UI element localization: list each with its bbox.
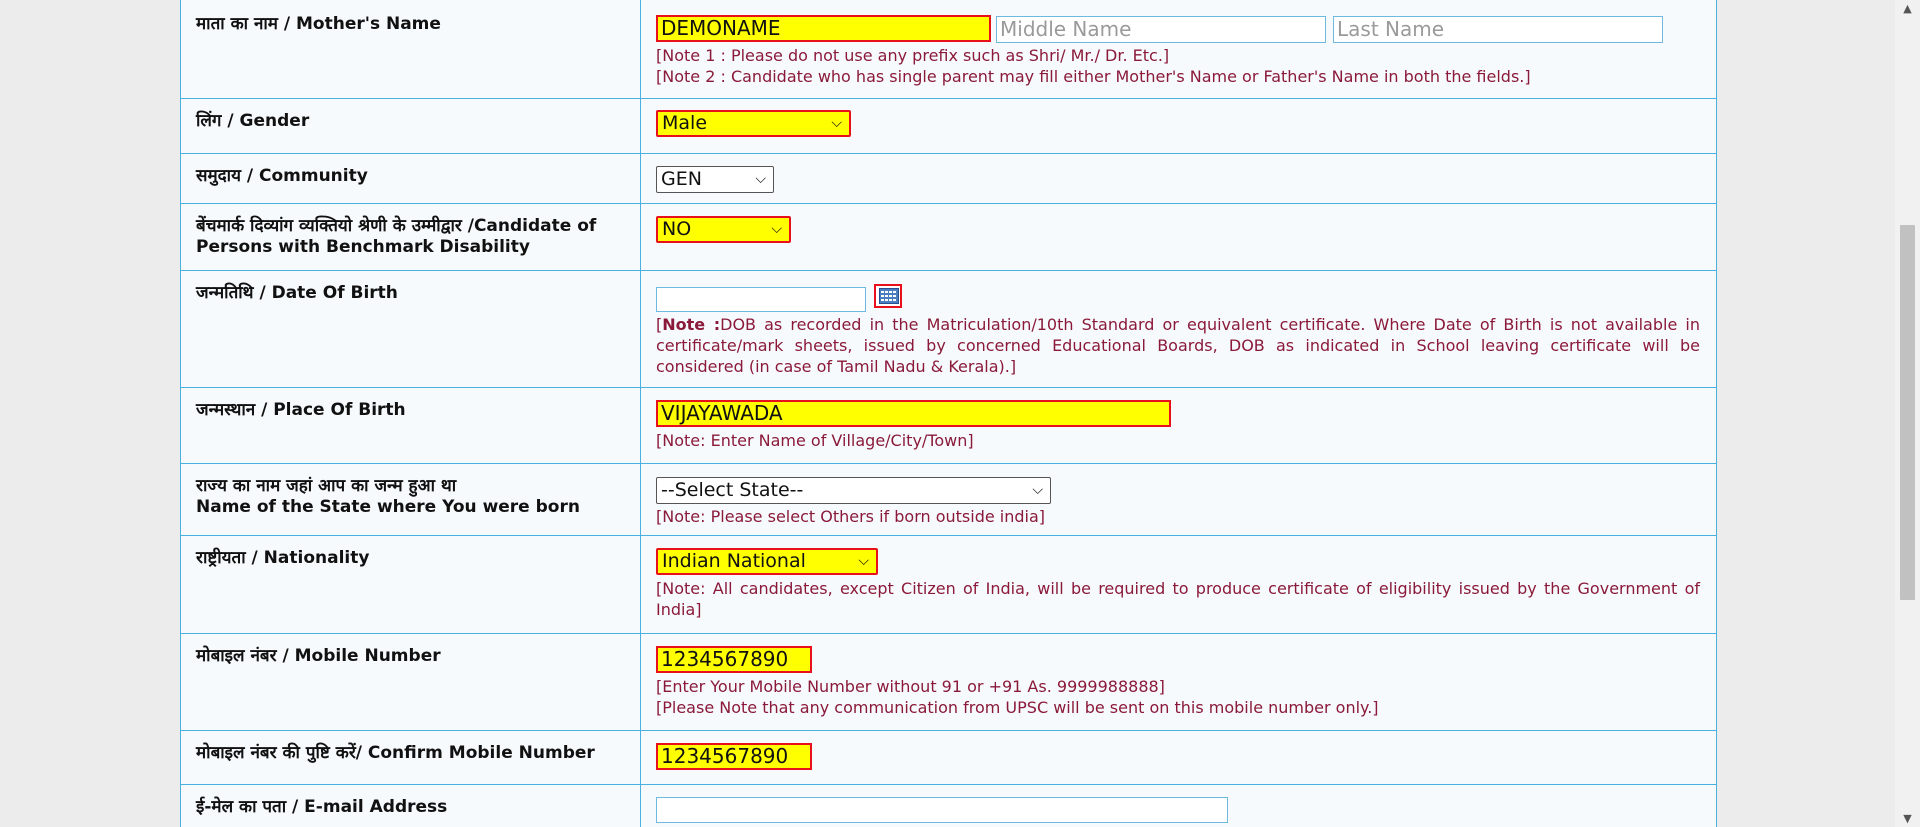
row-birth-state: राज्य का नाम जहां आप का जन्म हुआ था Name…: [181, 464, 1716, 536]
birth-state-note: [Note: Please select Others if born outs…: [656, 507, 1046, 526]
calendar-icon: [879, 288, 899, 304]
place-of-birth-note: [Note: Enter Name of Village/City/Town]: [656, 431, 974, 450]
nationality-select[interactable]: Indian National ⌵: [656, 548, 878, 575]
mother-first-name-input[interactable]: DEMONAME: [656, 15, 991, 42]
label-email: ई-मेल का पता / E-mail Address: [196, 797, 448, 817]
column-divider: [640, 536, 641, 633]
community-select[interactable]: GEN ⌵: [656, 166, 774, 193]
dob-note-text: DOB as recorded in the Matriculation/10t…: [656, 315, 1700, 376]
scroll-down-icon[interactable]: ▼: [1895, 812, 1920, 825]
column-divider: [640, 154, 641, 203]
label-confirm-mobile: मोबाइल नंबर की पुष्टि करें/ Confirm Mobi…: [196, 743, 595, 763]
dob-input[interactable]: [656, 287, 866, 312]
chevron-down-icon: ⌵: [831, 115, 842, 131]
label-gender: लिंग / Gender: [196, 111, 310, 131]
gender-selected-value: Male: [662, 112, 708, 134]
scrollbar-thumb[interactable]: [1900, 225, 1915, 600]
chevron-down-icon: ⌵: [771, 221, 782, 237]
label-community: समुदाय / Community: [196, 166, 368, 186]
label-birth-state: राज्य का नाम जहां आप का जन्म हुआ था Name…: [196, 476, 636, 518]
column-divider: [640, 204, 641, 270]
label-disability-line1: बेंचमार्क दिव्यांग व्यक्तियो श्रेणी के उ…: [196, 216, 597, 236]
confirm-mobile-input[interactable]: 1234567890: [656, 743, 812, 770]
birth-state-select[interactable]: --Select State-- ⌵: [656, 477, 1051, 504]
column-divider: [640, 271, 641, 387]
mother-middle-name-input[interactable]: Middle Name: [996, 16, 1326, 43]
label-date-of-birth: जन्मतिथि / Date Of Birth: [196, 283, 398, 303]
dob-note: [Note :DOB as recorded in the Matriculat…: [656, 314, 1700, 377]
row-mothers-name: माता का नाम / Mother's Name DEMONAME Mid…: [181, 0, 1716, 99]
mother-last-name-input[interactable]: Last Name: [1333, 16, 1663, 43]
community-selected-value: GEN: [661, 168, 702, 190]
row-disability: बेंचमार्क दिव्यांग व्यक्तियो श्रेणी के उ…: [181, 204, 1716, 271]
label-disability-line2: Persons with Benchmark Disability: [196, 237, 530, 257]
label-place-of-birth: जन्मस्थान / Place Of Birth: [196, 400, 406, 420]
row-confirm-mobile: मोबाइल नंबर की पुष्टि करें/ Confirm Mobi…: [181, 731, 1716, 785]
disability-select[interactable]: NO ⌵: [656, 216, 791, 243]
column-divider: [640, 731, 641, 784]
chevron-down-icon: ⌵: [858, 553, 869, 569]
row-email: ई-मेल का पता / E-mail Address: [181, 785, 1716, 827]
mobile-number-input[interactable]: 1234567890: [656, 646, 812, 673]
column-divider: [640, 388, 641, 463]
row-place-of-birth: जन्मस्थान / Place Of Birth VIJAYAWADA [N…: [181, 388, 1716, 464]
gender-select[interactable]: Male ⌵: [656, 110, 851, 137]
column-divider: [640, 785, 641, 827]
label-birth-state-line2: Name of the State where You were born: [196, 497, 580, 517]
column-divider: [640, 99, 641, 153]
birth-state-selected-value: --Select State--: [661, 479, 804, 501]
chevron-down-icon: ⌵: [1032, 482, 1043, 498]
row-gender: लिंग / Gender Male ⌵: [181, 99, 1716, 154]
mobile-note-1: [Enter Your Mobile Number without 91 or …: [656, 677, 1165, 696]
page-scrollbar[interactable]: ▲ ▼: [1895, 0, 1920, 827]
calendar-button[interactable]: [874, 284, 902, 308]
registration-form: माता का नाम / Mother's Name DEMONAME Mid…: [180, 0, 1717, 827]
column-divider: [640, 464, 641, 535]
column-divider: [640, 0, 641, 98]
row-community: समुदाय / Community GEN ⌵: [181, 154, 1716, 204]
nationality-selected-value: Indian National: [662, 550, 806, 572]
row-nationality: राष्ट्रीयता / Nationality Indian Nationa…: [181, 536, 1716, 634]
row-date-of-birth: जन्मतिथि / Date Of Birth [Note :DOB as r…: [181, 271, 1716, 388]
column-divider: [640, 634, 641, 730]
disability-selected-value: NO: [662, 218, 692, 240]
chevron-down-icon: ⌵: [755, 171, 766, 187]
label-nationality: राष्ट्रीयता / Nationality: [196, 548, 370, 568]
mother-note-1: [Note 1 : Please do not use any prefix s…: [656, 46, 1170, 65]
label-mothers-name: माता का नाम / Mother's Name: [196, 14, 441, 34]
mobile-note-2: [Please Note that any communication from…: [656, 698, 1379, 717]
mother-note-2: [Note 2 : Candidate who has single paren…: [656, 67, 1531, 86]
label-disability: बेंचमार्क दिव्यांग व्यक्तियो श्रेणी के उ…: [196, 216, 636, 258]
row-mobile-number: मोबाइल नंबर / Mobile Number 1234567890 […: [181, 634, 1716, 731]
dob-note-label: Note :: [662, 315, 721, 334]
label-mobile-number: मोबाइल नंबर / Mobile Number: [196, 646, 441, 666]
email-input[interactable]: [656, 797, 1228, 823]
place-of-birth-input[interactable]: VIJAYAWADA: [656, 400, 1171, 427]
scroll-up-icon[interactable]: ▲: [1895, 2, 1920, 15]
label-birth-state-line1: राज्य का नाम जहां आप का जन्म हुआ था: [196, 476, 457, 496]
nationality-note: [Note: All candidates, except Citizen of…: [656, 579, 1700, 619]
